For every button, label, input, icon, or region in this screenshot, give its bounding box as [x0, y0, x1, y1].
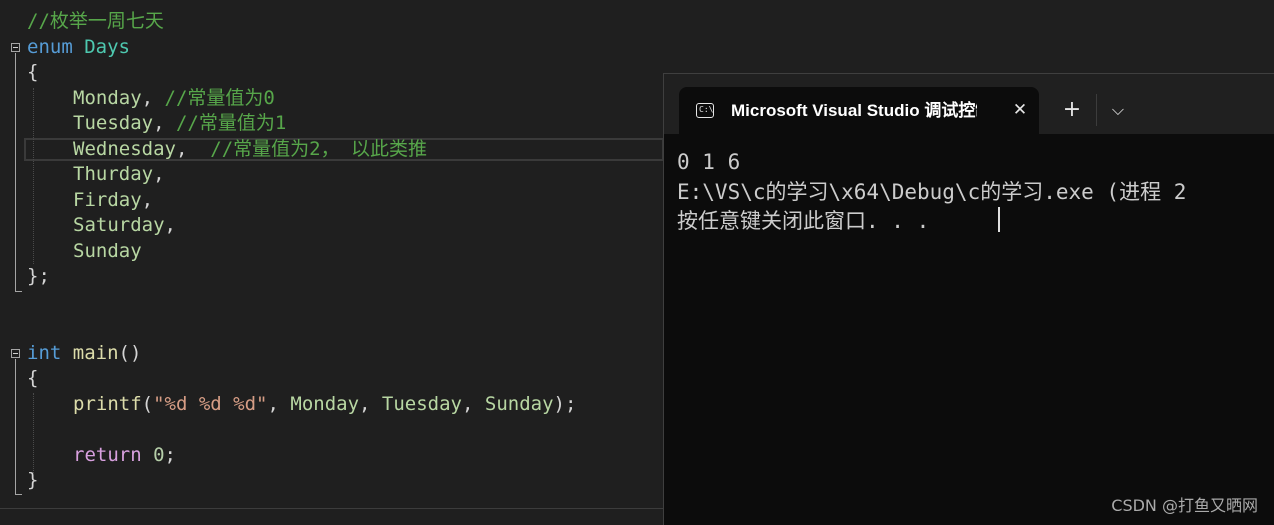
punctuation: , — [175, 138, 211, 160]
return-statement: return 0; — [73, 443, 176, 468]
return-value: 0 — [153, 444, 165, 466]
enum-member-name: Sunday — [73, 240, 142, 262]
punctuation: , — [141, 87, 165, 109]
indent-guide-enum — [33, 88, 34, 264]
int-keyword: int — [27, 342, 62, 364]
punctuation: ; — [164, 444, 176, 466]
enum-member-name: Firday — [73, 189, 142, 211]
enum-close-brace: }; — [27, 265, 50, 287]
watermark: CSDN @打鱼又晒网 — [1111, 496, 1258, 515]
enum-member-name: Wednesday — [73, 138, 176, 160]
main-parens: () — [118, 342, 142, 364]
debug-console-window[interactable]: C:\ Microsoft Visual Studio 调试控制台 ✕ + ⌵ … — [663, 73, 1274, 525]
punctuation: , — [153, 163, 165, 185]
fold-line-enum — [15, 53, 16, 291]
titlebar-separator — [1096, 94, 1097, 126]
main-declaration: int main() — [27, 341, 141, 366]
inline-comment: //常量值为1 — [175, 112, 287, 134]
punctuation: , — [267, 393, 291, 415]
chevron-down-icon[interactable]: ⌵ — [1106, 98, 1130, 122]
collapse-toggle-main[interactable] — [11, 349, 20, 358]
new-tab-button[interactable]: + — [1060, 98, 1084, 122]
enum-member-name: Thurday — [73, 163, 154, 185]
enum-member-name: Monday — [73, 87, 142, 109]
console-output-line-1: 0 1 6 — [677, 150, 741, 174]
close-icon[interactable]: ✕ — [1009, 99, 1031, 121]
arg-tuesday: Tuesday — [381, 393, 462, 415]
punctuation: , — [141, 189, 154, 211]
collapse-toggle-enum[interactable] — [11, 43, 20, 52]
enum-member-tuesday: Tuesday, //常量值为1 — [73, 111, 286, 136]
fold-end-enum — [15, 291, 22, 292]
printf-statement: printf("%d %d %d", Monday, Tuesday, Sund… — [73, 392, 576, 417]
enum-declaration: enum Days — [27, 35, 130, 60]
punctuation: , — [461, 393, 485, 415]
console-tab[interactable]: C:\ Microsoft Visual Studio 调试控制台 ✕ — [679, 87, 1039, 134]
punctuation: ( — [141, 393, 154, 415]
enum-open-brace: { — [27, 61, 39, 83]
main-open-brace: { — [27, 367, 39, 389]
enum-member-saturday: Saturday, — [73, 213, 176, 238]
console-output-line-2: E:\VS\c的学习\x64\Debug\c的学习.exe (进程 2 — [677, 180, 1187, 204]
enum-member-firday: Firday, — [73, 188, 153, 213]
punctuation: , — [164, 214, 176, 236]
fold-end-main — [15, 494, 22, 495]
enum-member-thurday: Thurday, — [73, 162, 165, 187]
inline-comment: //常量值为0 — [164, 87, 275, 109]
punctuation: , — [153, 112, 176, 134]
comment-line: //枚举一周七天 — [27, 10, 164, 32]
fold-line-main — [15, 359, 16, 494]
terminal-icon-label: C:\ — [699, 105, 714, 114]
terminal-icon: C:\ — [696, 103, 714, 118]
punctuation: , — [359, 393, 382, 415]
main-close-brace: } — [27, 469, 39, 491]
console-titlebar[interactable]: C:\ Microsoft Visual Studio 调试控制台 ✕ + ⌵ — [664, 74, 1274, 134]
enum-member-name: Saturday — [73, 214, 165, 236]
enum-keyword: enum — [27, 36, 73, 58]
inline-comment: //常量值为2， 以此类推 — [210, 138, 428, 160]
enum-name: Days — [84, 36, 130, 58]
enum-member-sunday: Sunday — [73, 239, 142, 264]
punctuation: ); — [553, 393, 577, 415]
editor-bottom-divider — [0, 508, 664, 509]
main-function-name: main — [72, 342, 119, 364]
arg-sunday: Sunday — [484, 393, 554, 415]
format-string: "%d %d %d" — [153, 393, 268, 415]
arg-monday: Monday — [290, 393, 360, 415]
printf-function: printf — [73, 393, 142, 415]
return-keyword: return — [73, 444, 142, 466]
enum-member-name: Tuesday — [73, 112, 154, 134]
console-output-line-3: 按任意键关闭此窗口. . . — [677, 209, 930, 233]
tab-title: Microsoft Visual Studio 调试控制台 — [731, 101, 977, 120]
text-cursor — [998, 207, 1000, 232]
enum-member-monday: Monday, //常量值为0 — [73, 86, 275, 111]
indent-guide-main — [33, 393, 34, 473]
enum-member-wednesday: Wednesday, //常量值为2， 以此类推 — [73, 137, 427, 162]
